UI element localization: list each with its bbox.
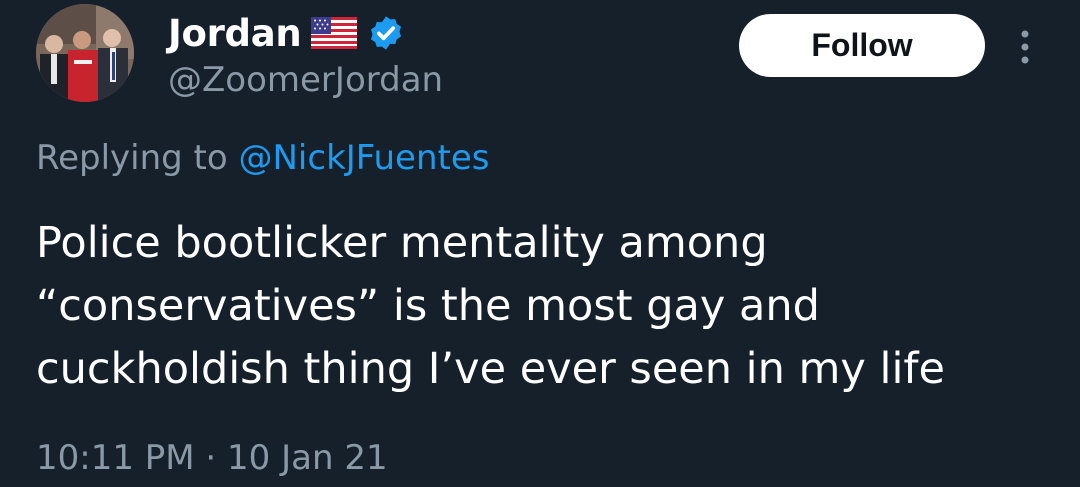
author-handle[interactable]: @ZoomerJordan — [168, 60, 443, 100]
avatar-photo — [36, 4, 134, 102]
tweet-timestamp[interactable]: 10:11 PM · 10 Jan 21 — [36, 438, 388, 478]
tweet-text-line: Police bootlicker mentality among — [36, 218, 768, 268]
tweet-text-line: “conservatives” is the most gay and — [36, 281, 820, 331]
replying-to: Replying to @NickJFuentes — [36, 138, 489, 178]
tweet-text: Police bootlicker mentality among “conse… — [36, 212, 1046, 401]
more-vertical-icon[interactable] — [1010, 26, 1040, 68]
tweet-text-line: cuckholdish thing I’ve ever seen in my l… — [36, 344, 946, 394]
author-name-row[interactable]: Jordan — [168, 8, 405, 58]
avatar[interactable] — [36, 4, 134, 102]
us-flag-icon — [311, 17, 358, 49]
replying-to-label: Replying to — [36, 138, 228, 178]
display-name[interactable]: Jordan — [168, 12, 302, 55]
verified-badge-icon[interactable] — [367, 14, 405, 52]
reply-target-link[interactable]: @NickJFuentes — [239, 138, 490, 178]
follow-button[interactable]: Follow — [739, 14, 985, 77]
